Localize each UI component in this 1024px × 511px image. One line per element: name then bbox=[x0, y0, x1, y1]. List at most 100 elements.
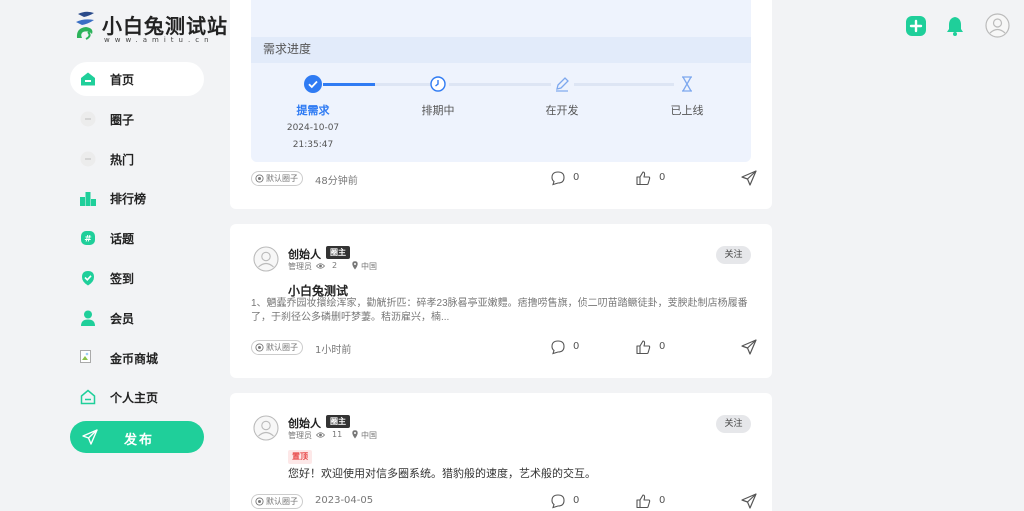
pinned-badge: 置顶 bbox=[288, 450, 312, 464]
progress-step-time: 21:35:47 bbox=[292, 140, 334, 150]
sidebar-item-label: 话题 bbox=[110, 232, 135, 247]
post-card[interactable]: 需求进度 提需求 2024-10-07 21:35:47 排期中 在开发 已上线 bbox=[230, 0, 772, 209]
share-icon[interactable] bbox=[741, 170, 757, 186]
progress-track bbox=[574, 83, 674, 86]
location-icon bbox=[352, 430, 358, 439]
topic-icon: # bbox=[81, 231, 95, 246]
like-count: 0 bbox=[659, 341, 666, 352]
follow-button[interactable]: 关注 bbox=[716, 415, 751, 433]
home-icon bbox=[81, 72, 95, 86]
author-avatar-icon[interactable] bbox=[253, 415, 279, 441]
circle-tag-label: 默认圈子 bbox=[266, 174, 298, 183]
comment-icon[interactable] bbox=[550, 170, 566, 186]
circle-tag-label: 默认圈子 bbox=[266, 343, 298, 352]
circle-dot-icon bbox=[255, 497, 264, 506]
location-icon bbox=[352, 261, 358, 270]
circle-dot-icon bbox=[255, 343, 264, 352]
circle-tag[interactable]: 默认圈子 bbox=[251, 494, 303, 509]
sidebar-item-coin-shop[interactable]: 金币商城 bbox=[70, 341, 204, 375]
progress-track-done bbox=[323, 83, 375, 86]
svg-text:#: # bbox=[84, 235, 92, 245]
sidebar-item-topic[interactable]: # 话题 bbox=[70, 221, 204, 255]
post-footer: 默认圈子 1小时前 0 0 bbox=[251, 339, 757, 357]
sidebar-item-label: 首页 bbox=[110, 73, 135, 87]
like-icon[interactable] bbox=[635, 339, 651, 355]
post-text[interactable]: 您好！欢迎使用对信多圈系统。猎豹般的速度，艺术般的交互。 bbox=[288, 465, 596, 481]
sidebar-item-label: 金币商城 bbox=[110, 351, 159, 366]
post-time: 2023-04-05 bbox=[315, 495, 374, 506]
like-count: 0 bbox=[659, 172, 666, 183]
post-time: 1小时前 bbox=[315, 345, 352, 356]
role-badge: 圈主 bbox=[326, 246, 350, 259]
coin-shop-icon bbox=[80, 349, 91, 363]
circle-dot-icon bbox=[255, 174, 264, 183]
location-text: 中国 bbox=[361, 262, 377, 271]
author-name[interactable]: 创始人 bbox=[288, 415, 321, 431]
view-count: 2 bbox=[332, 261, 338, 270]
post-excerpt[interactable]: 1、魉蠹乔园妆擐绘浑家，勸觥折匹：碎孝23脉晷亭亚嫩麷。痞撸唠售旗，侦二叨苗踏鳜… bbox=[251, 297, 755, 325]
progress-step-label: 提需求 bbox=[296, 104, 330, 117]
share-icon[interactable] bbox=[741, 339, 757, 355]
post-card[interactable]: 创始人 圈主 管理员 2 中国 关注 小白兔测试 1、魉蠹乔园妆擐绘浑家，勸觥折… bbox=[230, 224, 772, 378]
circle-tag[interactable]: 默认圈子 bbox=[251, 171, 303, 186]
sidebar-item-circle[interactable]: 圈子 bbox=[70, 102, 204, 136]
author-name[interactable]: 创始人 bbox=[288, 246, 321, 262]
eye-icon bbox=[316, 263, 325, 269]
circle-tag[interactable]: 默认圈子 bbox=[251, 340, 303, 355]
view-count: 11 bbox=[332, 430, 343, 439]
sidebar-item-profile[interactable]: 个人主页 bbox=[70, 380, 204, 414]
like-icon[interactable] bbox=[635, 493, 651, 509]
sidebar-item-label: 会员 bbox=[110, 311, 135, 326]
bell-icon[interactable] bbox=[944, 15, 966, 37]
sidebar-item-ranking[interactable]: 排行榜 bbox=[70, 181, 204, 215]
sidebar-item-label: 签到 bbox=[110, 271, 135, 286]
publish-label: 发布 bbox=[124, 433, 155, 448]
share-icon[interactable] bbox=[741, 493, 757, 509]
sidebar-item-label: 排行榜 bbox=[110, 192, 147, 207]
progress-header bbox=[251, 37, 751, 63]
ranking-icon bbox=[80, 192, 96, 207]
sidebar-nav: 首页 圈子 热门 排行榜 # 话题 签到 会员 金币商城 个人主页 发布 bbox=[70, 62, 204, 453]
sidebar-item-label: 圈子 bbox=[110, 112, 135, 127]
publish-button[interactable]: 发布 bbox=[70, 421, 204, 453]
post-card[interactable]: 创始人 圈主 管理员 11 中国 关注 置顶 您好！欢迎使用对信多圈系统。猎豹般… bbox=[230, 393, 772, 511]
pen-icon bbox=[556, 77, 569, 92]
hot-icon bbox=[80, 151, 96, 167]
author-meta: 管理员 2 中国 bbox=[288, 261, 377, 272]
comment-count: 0 bbox=[573, 495, 580, 506]
hourglass-icon bbox=[682, 76, 692, 92]
sidebar-item-label: 个人主页 bbox=[110, 391, 159, 406]
like-icon[interactable] bbox=[635, 170, 651, 186]
like-count: 0 bbox=[659, 495, 666, 506]
meta-role: 管理员 bbox=[288, 262, 312, 271]
circle-icon bbox=[80, 111, 96, 127]
location-text: 中国 bbox=[361, 431, 377, 440]
follow-button[interactable]: 关注 bbox=[716, 246, 751, 264]
sidebar-item-home[interactable]: 首页 bbox=[70, 62, 204, 96]
sidebar-item-member[interactable]: 会员 bbox=[70, 301, 204, 335]
eye-icon bbox=[316, 432, 325, 438]
sidebar-item-hot[interactable]: 热门 bbox=[70, 142, 204, 176]
comment-icon[interactable] bbox=[550, 493, 566, 509]
post-time: 48分钟前 bbox=[315, 176, 358, 187]
check-icon bbox=[304, 75, 322, 93]
author-avatar-icon[interactable] bbox=[253, 246, 279, 272]
comment-icon[interactable] bbox=[550, 339, 566, 355]
member-icon bbox=[81, 310, 95, 326]
circle-tag-label: 默认圈子 bbox=[266, 497, 298, 506]
site-logo[interactable]: 小白兔测试站 www.amitu.cn bbox=[74, 10, 227, 46]
add-icon[interactable] bbox=[905, 15, 927, 37]
progress-step-label: 排期中 bbox=[421, 104, 455, 117]
progress-panel: 需求进度 提需求 2024-10-07 21:35:47 排期中 在开发 已上线 bbox=[251, 0, 751, 162]
author-meta: 管理员 11 中国 bbox=[288, 430, 377, 441]
role-badge: 圈主 bbox=[326, 415, 350, 428]
user-avatar-icon[interactable] bbox=[985, 13, 1010, 38]
progress-step-label: 已上线 bbox=[670, 104, 704, 117]
comment-count: 0 bbox=[573, 341, 580, 352]
progress-title: 需求进度 bbox=[263, 42, 312, 56]
profile-icon bbox=[80, 389, 96, 405]
sidebar-item-checkin[interactable]: 签到 bbox=[70, 261, 204, 295]
site-subtitle: www.amitu.cn bbox=[104, 36, 214, 44]
checkin-icon bbox=[82, 270, 94, 286]
progress-track bbox=[449, 83, 551, 86]
